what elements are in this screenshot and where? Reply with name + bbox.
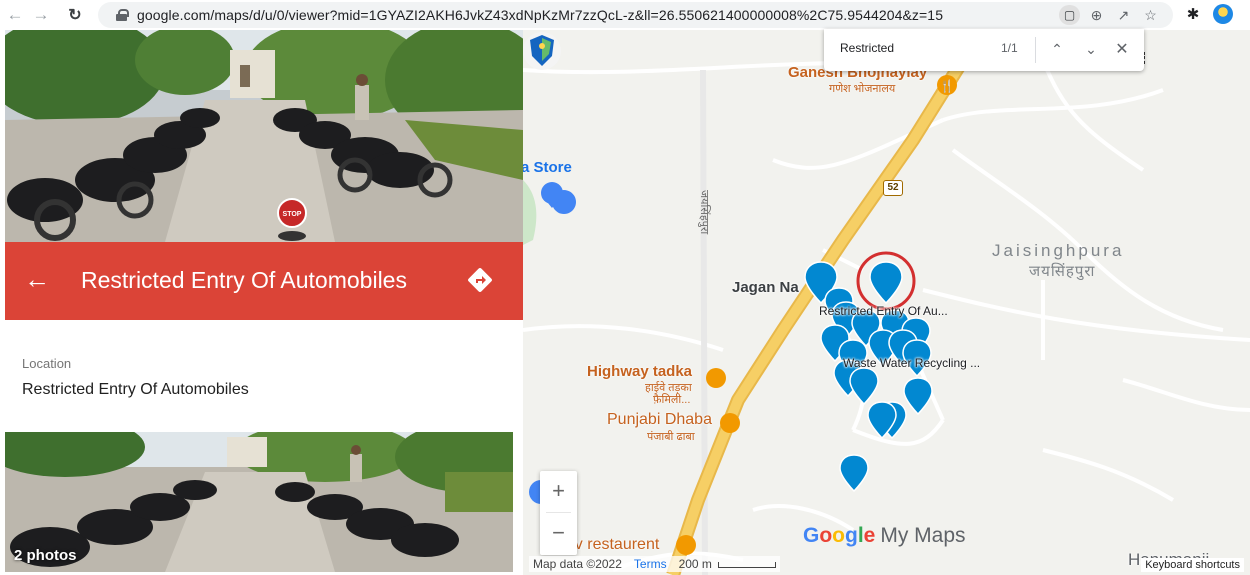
place-title-bar: ← Restricted Entry Of Automobiles: [5, 242, 523, 320]
route-52-shield: 52: [883, 180, 903, 196]
terms-link[interactable]: Terms: [634, 557, 667, 571]
logo-letter: e: [863, 524, 876, 547]
restaurant-icon-highway: [706, 368, 726, 388]
shopping-bag-icon: [541, 182, 576, 215]
share-icon[interactable]: ↗: [1113, 5, 1134, 25]
back-arrow-icon[interactable]: ←: [4, 4, 26, 26]
forward-arrow-icon[interactable]: →: [30, 4, 52, 26]
extensions-area: ✱ ⋮: [1183, 3, 1250, 25]
location-value: Restricted Entry Of Automobiles: [22, 381, 249, 398]
marker-restricted-label[interactable]: Restricted Entry Of Au...: [819, 304, 948, 318]
poi-punjabi-hindi-label: पंजाबी ढाबा: [647, 431, 695, 443]
poi-ganesh-hindi-label: गणेश भोजनालय: [829, 83, 896, 95]
zoom-in-button[interactable]: +: [540, 471, 577, 511]
logo-letter: g: [845, 524, 858, 547]
zoom-magnifier-icon[interactable]: ⊕: [1086, 5, 1107, 25]
url-text[interactable]: google.com/maps/d/u/0/viewer?mid=1GYAZI2…: [137, 7, 943, 23]
scale-bar: [717, 561, 776, 568]
shield-logo-icon: [523, 32, 561, 70]
photo-thumbnail[interactable]: 2 photos: [5, 432, 513, 572]
back-arrow-icon[interactable]: ←: [23, 265, 51, 293]
find-previous-chevron-up-icon[interactable]: ⌃: [1046, 38, 1068, 60]
find-close-icon[interactable]: ✕: [1111, 38, 1133, 60]
scale-text: 200 m: [678, 557, 712, 571]
place-jaisinghpura-label: Jaisinghpura: [992, 241, 1125, 260]
map-data-text: Map data ©2022: [533, 557, 622, 571]
marker-waste-label[interactable]: Waste Water Recycling ...: [843, 356, 980, 370]
puzzle-extensions-icon[interactable]: ✱: [1183, 3, 1203, 25]
google-my-maps-logo: Google My Maps: [803, 524, 966, 548]
zoom-out-button[interactable]: −: [540, 513, 577, 553]
place-jaisinghpura-hindi-label: जयसिंहपुरा: [1029, 263, 1096, 280]
scale-indicator[interactable]: 200 m: [679, 557, 776, 571]
place-details-panel: STOP ← Restricted Entry Of Automobiles L…: [0, 30, 523, 575]
omnibox-actions: ▢ ⊕ ↗ ☆: [1059, 5, 1161, 25]
logo-letter: o: [832, 524, 845, 547]
poi-punjabi-label[interactable]: Punjabi Dhaba: [607, 411, 712, 429]
svg-text:🍴: 🍴: [940, 79, 955, 93]
restaurant-icon: 🍴: [937, 75, 957, 95]
find-next-chevron-down-icon[interactable]: ⌄: [1080, 38, 1102, 60]
map-attribution: Map data ©2022 Terms 200 m: [529, 556, 780, 572]
restaurant-icon-dev: [676, 535, 696, 555]
photo-count: 2 photos: [14, 547, 77, 564]
profile-avatar[interactable]: [1213, 4, 1233, 24]
zoom-control: + −: [540, 471, 577, 555]
place-title: Restricted Entry Of Automobiles: [81, 267, 407, 293]
kebab-menu-icon[interactable]: ⋮: [1243, 3, 1250, 25]
find-input[interactable]: Restricted: [840, 41, 894, 55]
place-jagan-label: Jagan Na: [732, 279, 799, 296]
find-match-count: 1/1: [1001, 41, 1018, 55]
find-in-page-icon[interactable]: ▢: [1059, 5, 1080, 25]
browser-toolbar: ← → ↻ google.com/maps/d/u/0/viewer?mid=1…: [0, 0, 1250, 30]
keyboard-shortcuts-button[interactable]: Keyboard shortcuts: [1141, 558, 1244, 572]
poi-store-label[interactable]: a Store: [523, 159, 572, 176]
directions-icon[interactable]: [467, 267, 493, 293]
poi-highway-label[interactable]: Highway tadka: [587, 363, 692, 380]
road-vertical-label: जयसिंहपुरा: [698, 190, 711, 234]
reload-icon[interactable]: ↻: [64, 4, 86, 26]
logo-suffix: My Maps: [880, 524, 966, 547]
bookmark-star-icon[interactable]: ☆: [1140, 5, 1161, 25]
find-divider: [1035, 37, 1036, 63]
map-base: जयसिंहपुरा 🍴: [523, 30, 1250, 575]
find-bar: Restricted 1/1 ⌃ ⌄ ✕: [824, 29, 1144, 71]
map-canvas[interactable]: जयसिंहपुरा 🍴 Ganesh Bhojnaylay गणेश भोजन…: [523, 30, 1250, 575]
logo-letter: o: [819, 524, 833, 547]
logo-letter: G: [803, 524, 820, 547]
restaurant-icon-punjabi: [720, 413, 740, 433]
poi-highway-hindi-sub-label: फ़ैमिली...: [653, 394, 691, 406]
hero-photo[interactable]: STOP: [5, 30, 523, 242]
stop-sign-text: STOP: [283, 211, 302, 218]
address-bar[interactable]: google.com/maps/d/u/0/viewer?mid=1GYAZI2…: [98, 2, 1173, 28]
lock-icon[interactable]: [116, 9, 129, 21]
location-label: Location: [22, 356, 72, 371]
map-markers: [804, 261, 933, 493]
